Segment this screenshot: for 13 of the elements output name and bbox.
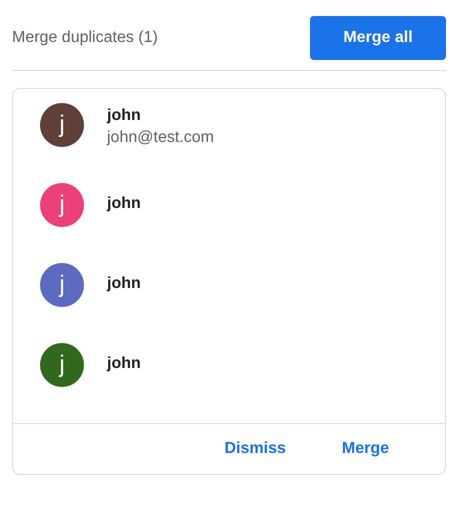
contact-name: john	[107, 355, 141, 373]
avatar: j	[40, 343, 84, 387]
avatar: j	[40, 263, 84, 307]
contact-name: john	[107, 275, 141, 293]
contact-name: john	[107, 107, 142, 125]
avatar: j	[40, 103, 84, 147]
section-title: Merge duplicates (1)	[12, 29, 158, 47]
contact-name: john	[107, 195, 141, 213]
merge-all-button[interactable]: Merge all	[310, 16, 446, 60]
avatar: j	[40, 183, 84, 227]
merge-button[interactable]: Merge	[326, 432, 405, 466]
contact-email: john@test.com	[107, 129, 214, 147]
dismiss-button[interactable]: Dismiss	[208, 432, 302, 466]
